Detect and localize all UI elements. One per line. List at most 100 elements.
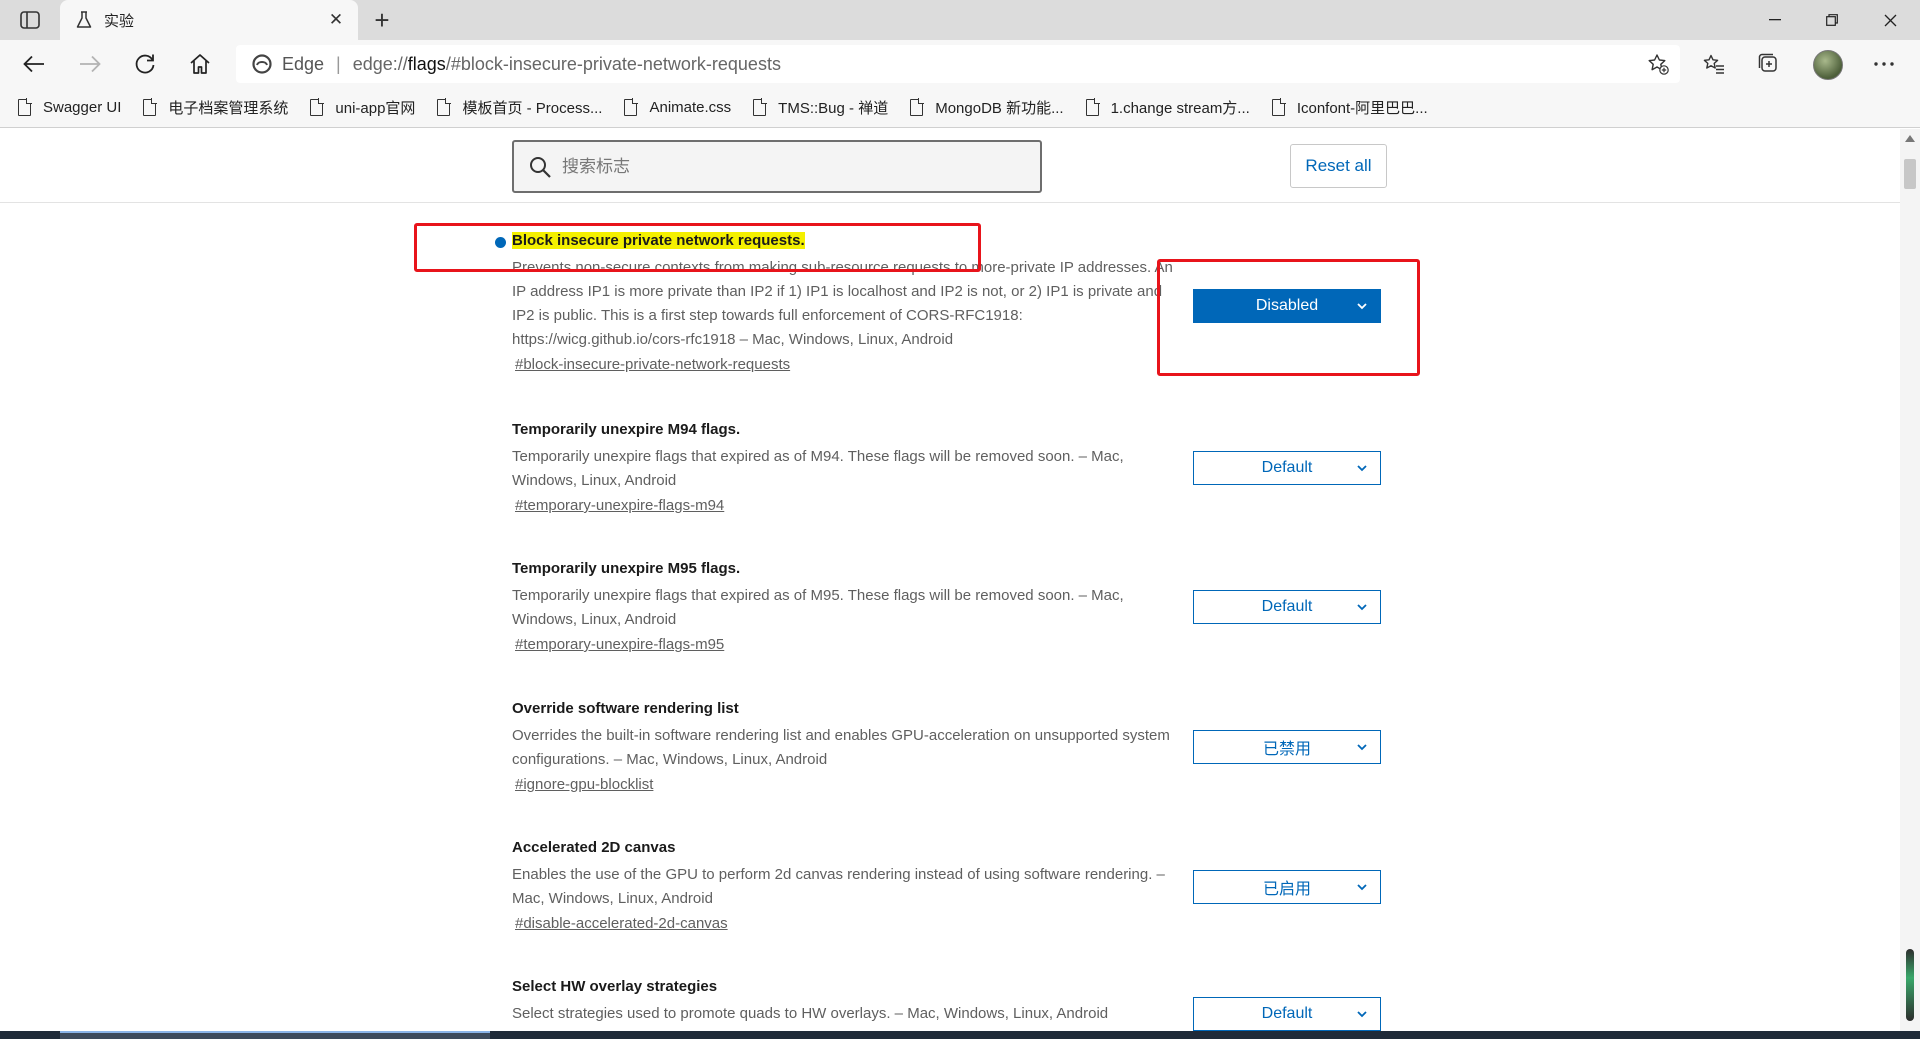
- flag-title: Select HW overlay strategies: [512, 978, 718, 995]
- search-icon: [530, 156, 551, 178]
- flask-icon: [76, 11, 92, 28]
- url-text: edge://flags/#block-insecure-private-net…: [353, 54, 781, 75]
- bookmark-item[interactable]: MongoDB 新功能...: [910, 97, 1064, 118]
- bookmark-item[interactable]: Iconfont-阿里巴巴...: [1271, 97, 1428, 118]
- tab-strip: 实验 ✕ +: [0, 0, 1920, 40]
- flag-item: Temporarily unexpire M94 flags. Temporar…: [512, 421, 1192, 515]
- bookmark-label: 1.change stream方...: [1110, 100, 1250, 117]
- bookmark-item[interactable]: uni-app官网: [310, 97, 415, 118]
- close-icon: [1884, 14, 1896, 26]
- flag-description: Enables the use of the GPU to perform 2d…: [512, 866, 1165, 907]
- refresh-icon: [135, 54, 155, 74]
- close-window-button[interactable]: [1860, 0, 1920, 40]
- more-menu-button[interactable]: [1867, 48, 1901, 80]
- flag-permalink[interactable]: #block-insecure-private-network-requests: [515, 356, 790, 373]
- address-bar[interactable]: Edge | edge://flags/#block-insecure-priv…: [236, 45, 1680, 83]
- chevron-down-icon: [1357, 884, 1367, 891]
- home-icon: [190, 54, 210, 74]
- back-arrow-icon: [23, 55, 44, 73]
- add-favorite-button[interactable]: [1646, 53, 1670, 75]
- chevron-down-icon: [1357, 465, 1367, 472]
- forward-arrow-icon: [80, 55, 101, 73]
- page-icon: [18, 98, 32, 116]
- select-value: 已禁用: [1262, 741, 1311, 758]
- flag-description: Temporarily unexpire flags that expired …: [512, 587, 1124, 628]
- minimize-icon: [1769, 19, 1781, 21]
- flag-state-select[interactable]: Default: [1193, 590, 1381, 624]
- bookmark-item[interactable]: 1.change stream方...: [1085, 97, 1250, 118]
- bookmark-label: MongoDB 新功能...: [935, 100, 1064, 117]
- tab-active[interactable]: 实验 ✕: [60, 0, 358, 40]
- toolbar: Edge | edge://flags/#block-insecure-priv…: [0, 40, 1920, 88]
- collections-button[interactable]: [1752, 48, 1786, 80]
- flag-title: Temporarily unexpire M95 flags.: [512, 560, 741, 577]
- bookmark-label: Animate.css: [649, 99, 732, 116]
- forward-button[interactable]: [72, 48, 108, 80]
- restore-button[interactable]: [1802, 0, 1862, 40]
- page-icon: [310, 98, 325, 116]
- select-value: 已启用: [1262, 881, 1311, 898]
- flag-permalink[interactable]: #ignore-gpu-blocklist: [515, 776, 653, 793]
- bookmark-item[interactable]: Swagger UI: [18, 98, 121, 116]
- flag-description: Temporarily unexpire flags that expired …: [512, 448, 1124, 489]
- back-button[interactable]: [16, 48, 52, 80]
- tab-actions-icon: [20, 11, 40, 29]
- flag-title: Override software rendering list: [512, 700, 739, 717]
- bookmark-item[interactable]: 模板首页 - Process...: [437, 97, 602, 118]
- select-value: Default: [1261, 598, 1313, 615]
- flag-item: Accelerated 2D canvas Enables the use of…: [512, 839, 1192, 933]
- scrollbar-thumb[interactable]: [1904, 159, 1916, 189]
- tab-actions-button[interactable]: [14, 8, 46, 32]
- bookmark-label: Iconfont-阿里巴巴...: [1296, 100, 1428, 117]
- page-icon: [1085, 98, 1100, 116]
- flag-permalink[interactable]: #disable-accelerated-2d-canvas: [515, 915, 728, 932]
- profile-avatar[interactable]: [1813, 50, 1843, 80]
- page-icon: [143, 98, 158, 116]
- flag-state-select[interactable]: Default: [1193, 997, 1381, 1031]
- search-field[interactable]: [512, 140, 1042, 193]
- flag-item: Select HW overlay strategies Select stra…: [512, 978, 1192, 1026]
- flags-header: Reset all: [0, 129, 1900, 203]
- flag-permalink[interactable]: #temporary-unexpire-flags-m95: [515, 636, 724, 653]
- tab-close-icon[interactable]: ✕: [326, 10, 346, 30]
- flag-state-select[interactable]: 已禁用: [1193, 730, 1381, 764]
- flag-state-select[interactable]: 已启用: [1193, 870, 1381, 904]
- flag-description: Select strategies used to promote quads …: [512, 1005, 1109, 1022]
- select-value: Default: [1261, 459, 1313, 476]
- flag-permalink[interactable]: #temporary-unexpire-flags-m94: [515, 497, 724, 514]
- new-tab-button[interactable]: +: [368, 5, 396, 35]
- bookmark-label: 电子档案管理系统: [168, 100, 289, 117]
- edge-logo-icon: [252, 54, 272, 74]
- bookmark-item[interactable]: Animate.css: [624, 98, 732, 116]
- refresh-button[interactable]: [127, 48, 163, 80]
- page-icon: [1271, 98, 1286, 116]
- favorites-button[interactable]: [1697, 48, 1731, 80]
- url-prefix: edge://: [352, 53, 408, 74]
- annotation-box-title: [414, 223, 981, 272]
- bookmark-item[interactable]: TMS::Bug - 禅道: [753, 97, 888, 118]
- taskbar: [0, 1031, 1920, 1039]
- page-icon: [437, 98, 452, 116]
- tab-title: 实验: [104, 12, 135, 30]
- vertical-scrollbar[interactable]: [1900, 129, 1920, 1031]
- flag-state-select[interactable]: Default: [1193, 451, 1381, 485]
- scroll-up-icon[interactable]: [1905, 135, 1915, 142]
- favorites-list-icon: [1703, 54, 1724, 74]
- flag-item: Override software rendering list Overrid…: [512, 700, 1192, 794]
- chevron-down-icon: [1357, 604, 1367, 611]
- url-rest: /#block-insecure-private-network-request…: [445, 53, 781, 74]
- bookmarks-bar: Swagger UI 电子档案管理系统 uni-app官网 模板首页 - Pro…: [0, 88, 1920, 128]
- flag-title: Temporarily unexpire M94 flags.: [512, 421, 741, 438]
- flag-title: Accelerated 2D canvas: [512, 839, 676, 856]
- bookmark-label: 模板首页 - Process...: [462, 100, 603, 117]
- chevron-down-icon: [1357, 1011, 1367, 1018]
- bookmark-item[interactable]: 电子档案管理系统: [143, 97, 288, 118]
- reset-all-button[interactable]: Reset all: [1290, 144, 1387, 188]
- minimize-button[interactable]: [1745, 0, 1805, 40]
- collections-icon: [1758, 53, 1777, 72]
- taskbar-active-item[interactable]: [60, 1031, 490, 1039]
- select-value: Default: [1261, 1005, 1313, 1022]
- search-input[interactable]: [562, 156, 1002, 177]
- home-button[interactable]: [182, 48, 218, 80]
- scroll-indicator: [1906, 949, 1914, 1021]
